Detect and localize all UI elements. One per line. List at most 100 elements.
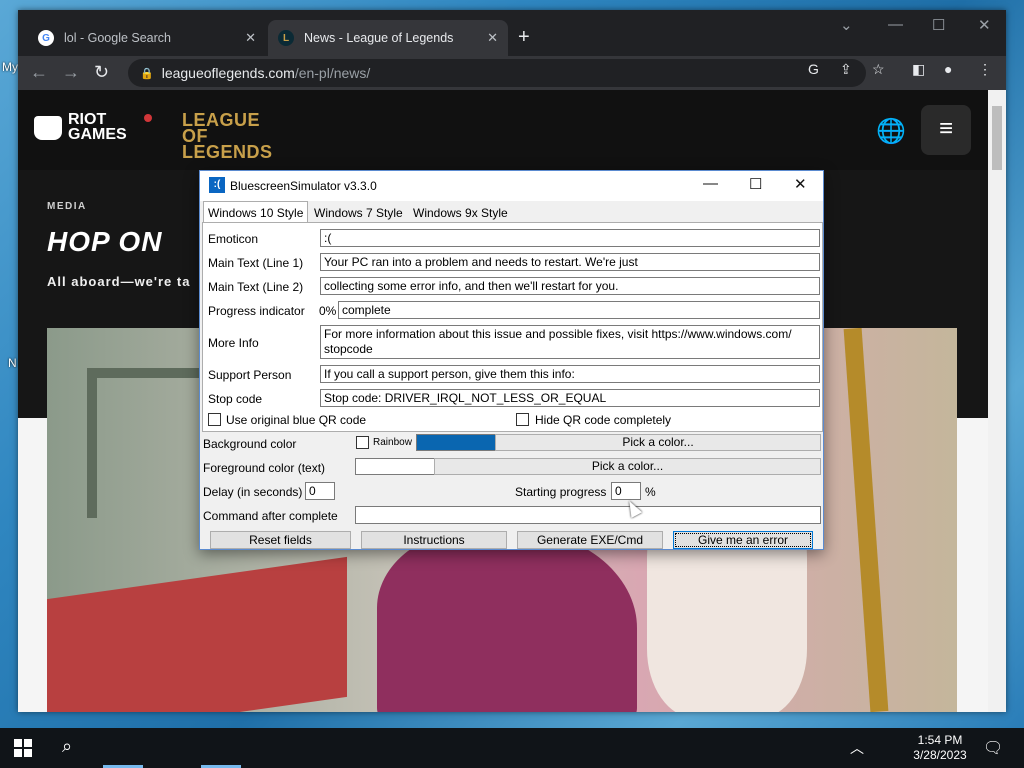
command-label: Command after complete: [203, 509, 338, 523]
browser-toolbar: ← → ↻ 🔒 leagueoflegends.com/en-pl/news/ …: [18, 56, 1006, 90]
search-icon[interactable]: ⌕: [62, 736, 72, 757]
address-bar[interactable]: 🔒 leagueoflegends.com/en-pl/news/: [128, 59, 866, 87]
reset-fields-button[interactable]: Reset fields: [210, 531, 351, 549]
generate-exe-button[interactable]: Generate EXE/Cmd: [517, 531, 663, 549]
background-color-swatch: [416, 434, 496, 451]
main-line2-label: Main Text (Line 2): [208, 280, 304, 294]
windows-start-icon[interactable]: [14, 739, 32, 757]
hero-title[interactable]: HOP ON: [47, 226, 162, 258]
more-info-field[interactable]: For more information about this issue an…: [320, 325, 820, 359]
page-scrollbar[interactable]: [988, 90, 1006, 712]
progress-percent: 0%: [319, 304, 337, 318]
tab-windows-10[interactable]: Windows 10 Style: [203, 201, 309, 224]
menu-kebab-icon[interactable]: ⋮: [978, 61, 992, 78]
hide-qr-label[interactable]: Hide QR code completely: [535, 413, 671, 427]
tab-label: lol - Google Search: [64, 31, 172, 45]
foreground-color-label: Foreground color (text): [203, 461, 326, 475]
background-color-label: Background color: [203, 437, 297, 451]
tab-panel: Emoticon :( Main Text (Line 1) Your PC r…: [202, 222, 823, 432]
delay-label: Delay (in seconds): [203, 485, 303, 499]
support-person-label: Support Person: [208, 368, 292, 382]
hero-subtitle: All aboard—we're ta: [47, 274, 191, 289]
share-icon[interactable]: ⇪: [840, 61, 852, 78]
scrollbar-thumb[interactable]: [992, 106, 1002, 170]
style-tabs: Windows 10 Style Windows 7 Style Windows…: [200, 201, 823, 224]
bluescreen-simulator-window: :( BluescreenSimulator v3.3.0 — ☐ ✕ Wind…: [199, 170, 824, 550]
hide-qr-checkbox[interactable]: [516, 413, 529, 426]
riot-logo-icon: [34, 116, 62, 140]
progress-field[interactable]: complete: [338, 301, 820, 319]
maximize-icon[interactable]: ☐: [932, 16, 945, 34]
clock-time: 1:54 PM: [917, 733, 963, 747]
tab-google-search[interactable]: G lol - Google Search ✕: [28, 20, 266, 56]
tab-label: News - League of Legends: [304, 31, 454, 45]
notification-icon[interactable]: 🗨: [983, 738, 1003, 758]
tab-strip: G lol - Google Search ✕ L News - League …: [18, 10, 1006, 56]
reload-icon[interactable]: ↻: [94, 62, 109, 83]
progress-label: Progress indicator: [208, 304, 305, 318]
delay-input[interactable]: 0: [305, 482, 335, 500]
forward-icon[interactable]: →: [62, 62, 80, 83]
notification-dot: [144, 114, 152, 122]
close-tab-icon[interactable]: ✕: [245, 30, 256, 46]
lol-icon: L: [278, 30, 294, 46]
desktop-icon-label[interactable]: N: [8, 356, 17, 370]
starting-progress-label: Starting progress: [515, 485, 607, 499]
tab-windows-7[interactable]: Windows 7 Style: [310, 203, 407, 223]
emoticon-label: Emoticon: [208, 232, 259, 246]
hero-category: MEDIA: [47, 201, 87, 212]
site-header: RIOT GAMES LEAGUE OF LEGENDS 🌐 ≡: [18, 90, 988, 170]
minimize-icon[interactable]: —: [703, 175, 718, 192]
taskbar: ⌕ ︿ 1:54 PM 3/28/2023 🗨: [0, 728, 1024, 768]
lock-icon[interactable]: 🔒: [140, 67, 154, 80]
starting-progress-input[interactable]: 0: [611, 482, 641, 500]
maximize-icon[interactable]: ☐: [749, 175, 762, 193]
app-icon: :(: [209, 177, 225, 193]
new-tab-icon[interactable]: +: [518, 26, 530, 49]
tab-search-icon[interactable]: ⌄: [840, 16, 853, 34]
close-icon[interactable]: ✕: [794, 175, 807, 193]
close-window-icon[interactable]: ✕: [978, 16, 991, 34]
hamburger-menu-icon[interactable]: ≡: [921, 105, 971, 155]
foreground-color-swatch: [355, 458, 435, 475]
pick-foreground-color-button[interactable]: Pick a color...: [434, 458, 821, 475]
rainbow-checkbox[interactable]: [356, 436, 369, 449]
main-line1-label: Main Text (Line 1): [208, 256, 304, 270]
give-error-button[interactable]: Give me an error: [673, 531, 813, 549]
google-icon: G: [38, 30, 54, 46]
tab-windows-9x[interactable]: Windows 9x Style: [409, 203, 512, 223]
riot-games-logo[interactable]: RIOT GAMES: [68, 112, 138, 143]
profile-icon[interactable]: ●: [944, 61, 952, 77]
more-info-label: More Info: [208, 336, 259, 350]
emoticon-field[interactable]: :(: [320, 229, 820, 247]
close-tab-icon[interactable]: ✕: [487, 30, 498, 46]
main-line2-field[interactable]: collecting some error info, and then we'…: [320, 277, 820, 295]
stop-code-label: Stop code: [208, 392, 263, 406]
tab-lol-news[interactable]: L News - League of Legends ✕: [268, 20, 508, 56]
main-line1-field[interactable]: Your PC ran into a problem and needs to …: [320, 253, 820, 271]
original-qr-label[interactable]: Use original blue QR code: [226, 413, 366, 427]
bookmark-star-icon[interactable]: ☆: [872, 61, 885, 78]
globe-icon[interactable]: 🌐: [876, 117, 906, 146]
chevron-up-icon[interactable]: ︿: [850, 738, 864, 758]
original-qr-checkbox[interactable]: [208, 413, 221, 426]
desktop-icon-label[interactable]: My: [2, 60, 18, 74]
stop-code-field[interactable]: Stop code: DRIVER_IRQL_NOT_LESS_OR_EQUAL: [320, 389, 820, 407]
title-bar[interactable]: :( BluescreenSimulator v3.3.0 — ☐ ✕: [200, 171, 823, 201]
system-clock[interactable]: 1:54 PM 3/28/2023: [900, 733, 980, 763]
pick-background-color-button[interactable]: Pick a color...: [495, 434, 821, 451]
percent-sign: %: [645, 485, 656, 499]
url-path: /en-pl/news/: [294, 65, 371, 81]
support-person-field[interactable]: If you call a support person, give them …: [320, 365, 820, 383]
clock-date: 3/28/2023: [913, 748, 967, 762]
league-logo[interactable]: LEAGUE OF LEGENDS: [182, 111, 282, 161]
url-domain: leagueoflegends.com: [161, 65, 295, 81]
window-title: BluescreenSimulator v3.3.0: [230, 179, 377, 193]
instructions-button[interactable]: Instructions: [361, 531, 507, 549]
command-input[interactable]: [355, 506, 821, 524]
rainbow-label[interactable]: Rainbow: [373, 437, 412, 448]
back-icon[interactable]: ←: [30, 62, 48, 83]
minimize-icon[interactable]: —: [888, 16, 903, 33]
google-lens-icon[interactable]: G: [808, 61, 819, 77]
side-panel-icon[interactable]: ◧: [912, 61, 925, 78]
